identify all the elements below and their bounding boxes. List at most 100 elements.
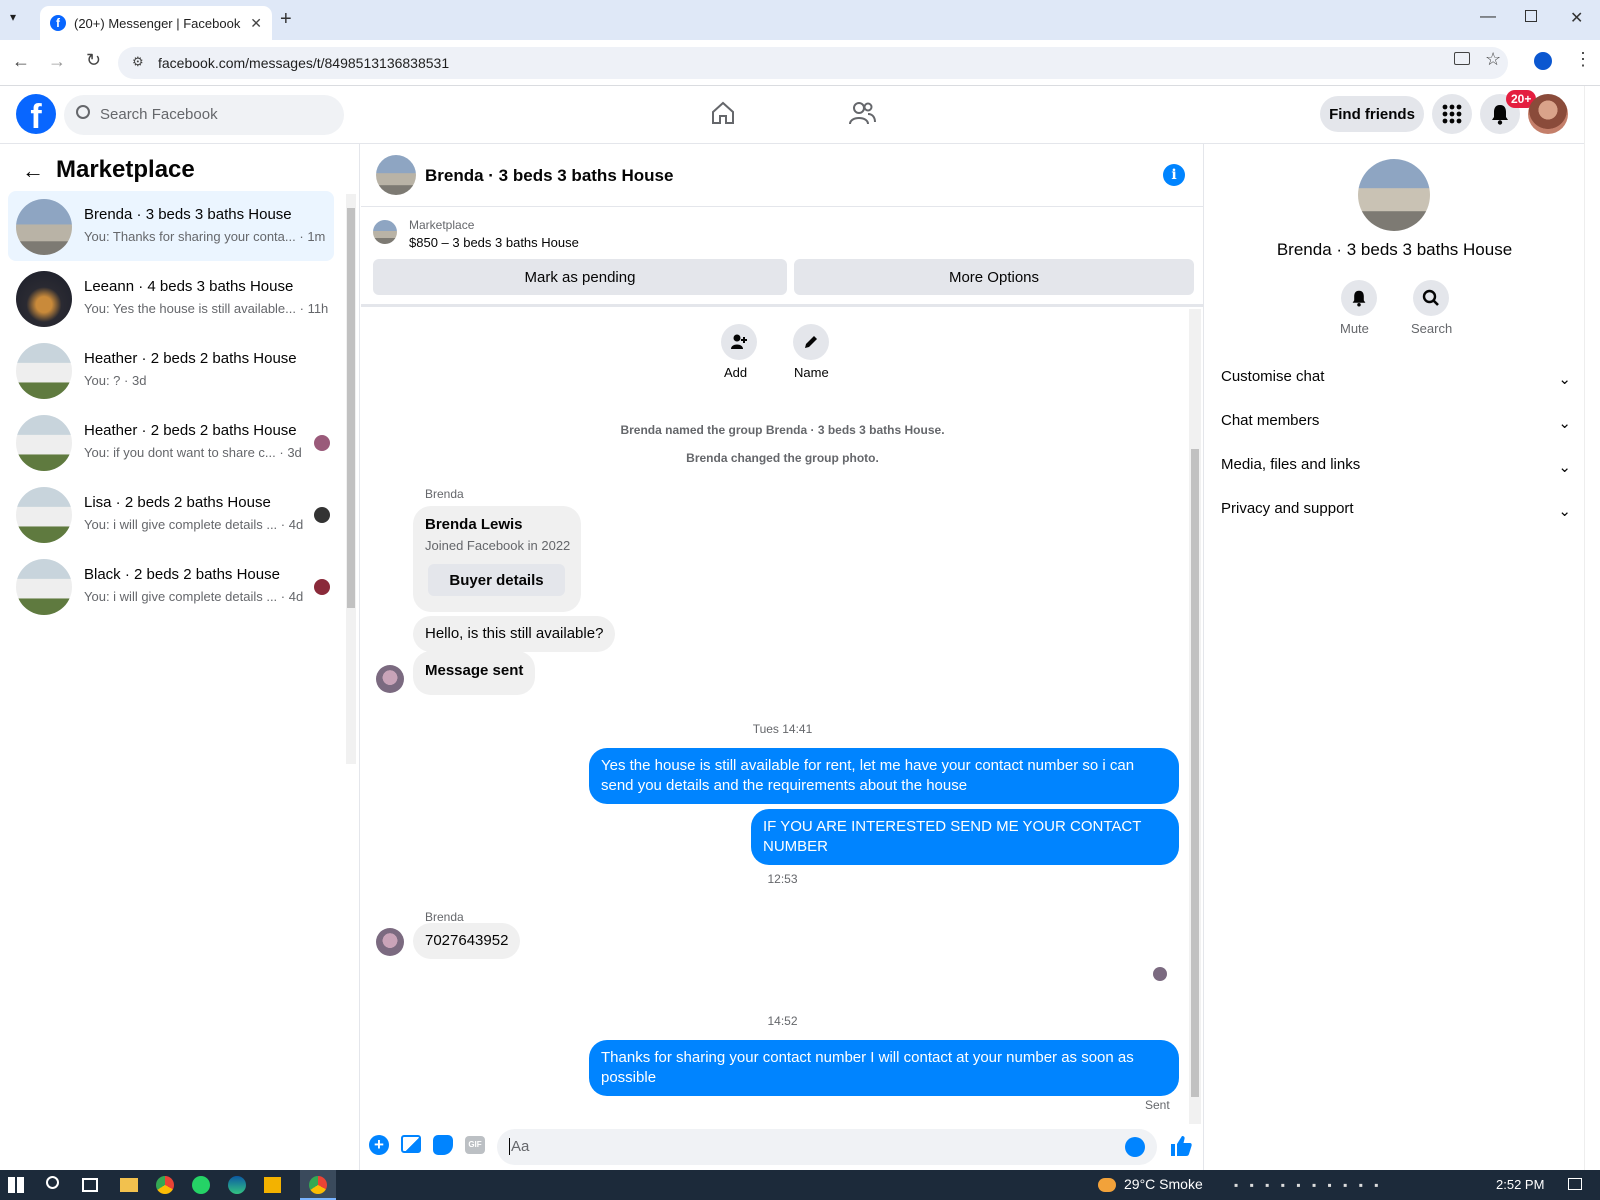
facebook-header: f Search Facebook Find friends 20+ bbox=[0, 86, 1584, 144]
tab-list-button[interactable]: ▾ bbox=[10, 10, 30, 30]
site-info-icon[interactable]: ⚙ bbox=[132, 54, 144, 70]
friends-icon[interactable] bbox=[848, 100, 876, 126]
chat-header: Brenda · 3 beds 3 baths House i bbox=[361, 144, 1204, 207]
facebook-logo-icon[interactable]: f bbox=[16, 94, 56, 134]
account-avatar[interactable] bbox=[1528, 94, 1568, 134]
gif-icon[interactable]: GIF bbox=[465, 1136, 485, 1154]
scrollbar-thumb[interactable] bbox=[1191, 449, 1199, 1097]
search-icon bbox=[76, 105, 90, 119]
conversation-item[interactable]: Black · 2 beds 2 baths House You: i will… bbox=[8, 551, 334, 621]
seen-avatar bbox=[314, 579, 330, 595]
conversation-avatar bbox=[16, 271, 72, 327]
photo-icon[interactable] bbox=[401, 1135, 421, 1153]
conversation-item[interactable]: Heather · 2 beds 2 baths House You: if y… bbox=[8, 407, 334, 477]
task-view-icon[interactable] bbox=[82, 1178, 98, 1192]
chat-title[interactable]: Brenda · 3 beds 3 baths House bbox=[425, 166, 673, 186]
notification-center-icon[interactable] bbox=[1568, 1178, 1582, 1190]
chrome-active-icon[interactable] bbox=[300, 1170, 336, 1200]
like-thumb-icon[interactable] bbox=[1169, 1134, 1193, 1158]
add-member-button[interactable] bbox=[721, 324, 757, 360]
chat-avatar[interactable] bbox=[376, 155, 416, 195]
listing-thumbnail[interactable] bbox=[373, 220, 397, 244]
conversation-avatar bbox=[16, 415, 72, 471]
weather-icon bbox=[1098, 1178, 1116, 1193]
timestamp: 12:53 bbox=[767, 872, 798, 886]
sticker-icon[interactable] bbox=[433, 1135, 453, 1155]
store-icon[interactable] bbox=[264, 1177, 281, 1193]
mark-pending-button[interactable]: Mark as pending bbox=[373, 259, 787, 295]
composer: + GIF Aa bbox=[361, 1124, 1204, 1170]
back-icon[interactable]: ← bbox=[12, 51, 30, 72]
privacy-support-row[interactable]: Privacy and support ⌄ bbox=[1221, 500, 1571, 520]
conversation-title: Leeann · 4 beds 3 baths House bbox=[84, 278, 294, 295]
forward-icon[interactable]: → bbox=[48, 51, 66, 72]
buyer-details-button[interactable]: Buyer details bbox=[428, 564, 565, 596]
incoming-message: Hello, is this still available? bbox=[413, 616, 616, 652]
profile-card: Brenda Lewis Joined Facebook in 2022 Buy… bbox=[413, 506, 581, 612]
media-files-links-row[interactable]: Media, files and links ⌄ bbox=[1221, 456, 1571, 476]
close-window-button[interactable]: ✕ bbox=[1570, 8, 1583, 28]
restore-button[interactable] bbox=[1525, 10, 1537, 22]
bookmark-star-icon[interactable]: ☆ bbox=[1485, 49, 1501, 70]
conversation-item[interactable]: Leeann · 4 beds 3 baths House You: Yes t… bbox=[8, 263, 334, 333]
edge-icon[interactable] bbox=[228, 1176, 246, 1194]
outgoing-message: IF YOU ARE INTERESTED SEND ME YOUR CONTA… bbox=[751, 809, 1179, 865]
conversation-item[interactable]: Lisa · 2 beds 2 baths House You: i will … bbox=[8, 479, 334, 549]
tab-title: (20+) Messenger | Facebook bbox=[74, 15, 241, 31]
message-placeholder: Aa bbox=[509, 1138, 530, 1155]
conversation-avatar bbox=[16, 559, 72, 615]
search-box[interactable]: Search Facebook bbox=[64, 95, 344, 135]
system-message: Brenda named the group Brenda · 3 beds 3… bbox=[620, 423, 945, 437]
address-bar[interactable]: ⚙ facebook.com/messages/t/84985131368385… bbox=[118, 47, 1508, 79]
incoming-message: Message sent bbox=[413, 651, 536, 695]
listing-source: Marketplace bbox=[409, 218, 475, 232]
clock[interactable]: 2:52 PM bbox=[1496, 1177, 1544, 1192]
whatsapp-icon[interactable] bbox=[192, 1176, 210, 1194]
scrollbar-thumb[interactable] bbox=[347, 208, 355, 608]
back-arrow-icon[interactable]: ← bbox=[22, 158, 44, 184]
conversation-item[interactable]: Brenda · 3 beds 3 baths House You: Thank… bbox=[8, 191, 334, 261]
search-button[interactable] bbox=[1413, 280, 1449, 316]
chevron-down-icon: ⌄ bbox=[1558, 459, 1571, 476]
windows-start-icon[interactable] bbox=[8, 1177, 24, 1193]
conversation-item[interactable]: Heather · 2 beds 2 baths House You: ? · … bbox=[8, 335, 334, 405]
name-group-button[interactable] bbox=[793, 324, 829, 360]
browser-toolbar: ← → ↻ ⚙ facebook.com/messages/t/84985131… bbox=[0, 40, 1600, 86]
conversation-avatar bbox=[16, 199, 72, 255]
home-icon[interactable] bbox=[710, 100, 736, 126]
minimize-button[interactable]: — bbox=[1480, 8, 1496, 26]
profile-icon[interactable] bbox=[1534, 52, 1552, 70]
browser-tab-active[interactable]: f (20+) Messenger | Facebook ✕ bbox=[40, 6, 272, 40]
more-options-button[interactable]: More Options bbox=[794, 259, 1194, 295]
conversation-snippet: You: Thanks for sharing your conta... · … bbox=[84, 229, 326, 244]
chat-scrollbar[interactable] bbox=[1189, 309, 1201, 1124]
find-friends-button[interactable]: Find friends bbox=[1320, 96, 1424, 132]
conversation-title: Brenda · 3 beds 3 baths House bbox=[84, 206, 292, 223]
taskbar-search-icon[interactable] bbox=[46, 1176, 59, 1189]
customise-chat-row[interactable]: Customise chat ⌄ bbox=[1221, 368, 1571, 388]
mute-button[interactable] bbox=[1341, 280, 1377, 316]
chrome-icon[interactable] bbox=[156, 1176, 174, 1194]
chat-details-pane: Brenda · 3 beds 3 baths House Mute Searc… bbox=[1205, 144, 1584, 1170]
browser-menu-icon[interactable]: ⋮ bbox=[1574, 49, 1592, 70]
reload-icon[interactable]: ↻ bbox=[86, 50, 101, 71]
page-scrollbar[interactable] bbox=[1584, 86, 1600, 1170]
chat-members-row[interactable]: Chat members ⌄ bbox=[1221, 412, 1571, 432]
weather-widget[interactable]: 29°C Smoke bbox=[1098, 1176, 1203, 1193]
emoji-icon[interactable] bbox=[1125, 1137, 1145, 1157]
tab-close-icon[interactable]: ✕ bbox=[250, 15, 262, 32]
timestamp: 14:52 bbox=[767, 1014, 798, 1028]
listing-title[interactable]: $850 – 3 beds 3 baths House bbox=[409, 235, 579, 250]
new-tab-button[interactable]: + bbox=[280, 8, 292, 31]
message-input[interactable]: Aa bbox=[497, 1129, 1157, 1165]
menu-grid-icon[interactable] bbox=[1432, 94, 1472, 134]
file-explorer-icon[interactable] bbox=[120, 1178, 138, 1192]
install-app-icon[interactable] bbox=[1454, 52, 1470, 65]
conversation-title: Heather · 2 beds 2 baths House bbox=[84, 350, 297, 367]
plus-icon[interactable]: + bbox=[369, 1135, 389, 1155]
sidebar-scrollbar[interactable] bbox=[346, 194, 356, 764]
info-icon[interactable]: i bbox=[1163, 164, 1185, 186]
system-tray-icons[interactable]: ▪ ▪ ▪ ▪ ▪ ▪ ▪ ▪ ▪ ▪ bbox=[1234, 1178, 1474, 1192]
group-photo[interactable] bbox=[1358, 159, 1430, 231]
sender-name: Brenda bbox=[425, 487, 464, 501]
